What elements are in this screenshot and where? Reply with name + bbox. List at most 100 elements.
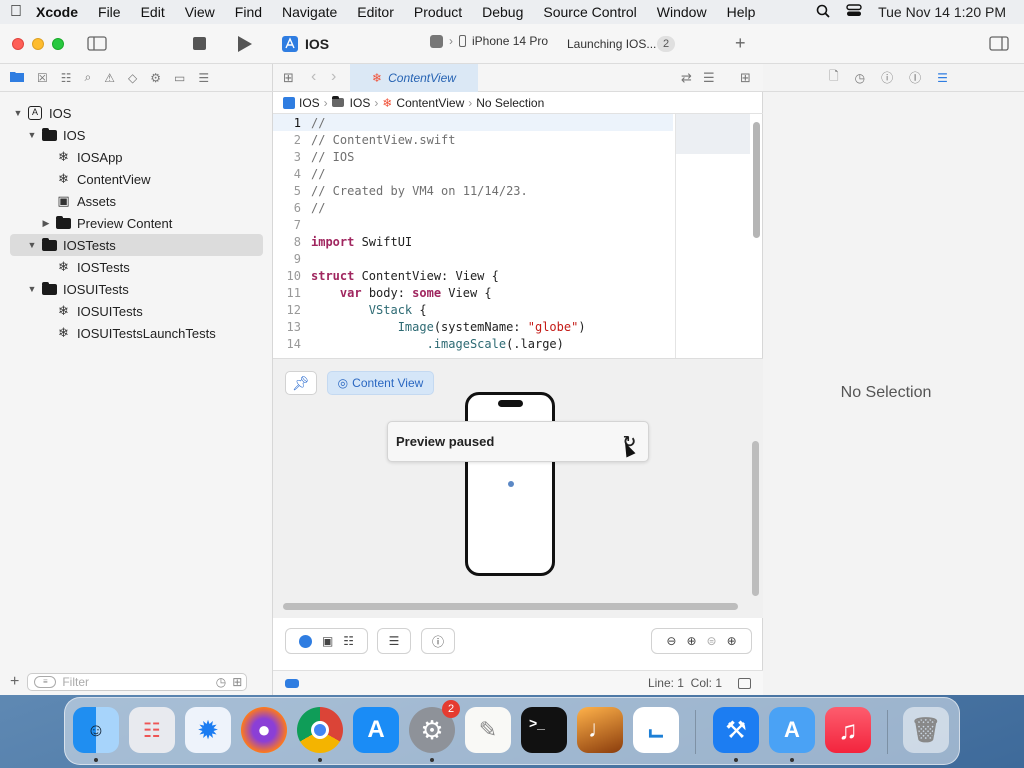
disclosure-closed-icon[interactable]: ▶ (40, 218, 52, 229)
menu-source-control[interactable]: Source Control (543, 4, 636, 20)
sidebar-toggle-icon[interactable] (87, 36, 107, 55)
device-settings-button[interactable]: ☰ (377, 628, 411, 654)
menu-help[interactable]: Help (727, 4, 756, 20)
tree-item-project[interactable]: ▼ A IOS (0, 102, 273, 124)
jumpbar-file[interactable]: ContentView (396, 96, 464, 110)
recent-files-icon[interactable]: ◷ (216, 675, 226, 689)
filter-options-icon[interactable]: ≡ (34, 676, 57, 688)
swap-icon[interactable]: ⇄ (681, 70, 692, 86)
canvas-vertical-scrollbar[interactable] (752, 441, 759, 596)
disclosure-open-icon[interactable]: ▼ (26, 240, 38, 250)
finder-icon[interactable]: ☺ (73, 707, 119, 753)
jumpbar-symbol[interactable]: No Selection (476, 96, 544, 110)
tree-item-iosuitests[interactable]: ❄ IOSUITests (0, 300, 273, 322)
issue-warning-icon[interactable]: ⚠ (104, 71, 115, 85)
disclosure-open-icon[interactable]: ▼ (26, 284, 38, 294)
tree-item-iostests[interactable]: ❄ IOSTests (0, 256, 273, 278)
related-items-icon[interactable]: ⊞ (283, 70, 294, 86)
stop-icon[interactable] (193, 37, 206, 54)
content-view-preview-chip[interactable]: ◎ Content View (327, 371, 434, 395)
zoom-fit-icon[interactable]: ⊜ (707, 634, 717, 648)
textedit-icon[interactable]: ✎ (465, 707, 511, 753)
canvas-horizontal-scrollbar[interactable] (283, 603, 738, 610)
menu-window[interactable]: Window (657, 4, 707, 20)
zoom-out-icon[interactable]: ⊖ (666, 634, 676, 648)
minimap[interactable] (675, 114, 750, 358)
launchpad-icon[interactable]: ☷ (129, 707, 175, 753)
control-center-icon[interactable] (846, 4, 862, 20)
menu-clock[interactable]: Tue Nov 14 1:20 PM (878, 4, 1006, 20)
quick-help-icon[interactable]: ⓘ (881, 69, 893, 86)
debug-area-toggle-icon[interactable] (285, 678, 299, 688)
add-file-icon[interactable]: + (10, 673, 19, 691)
attributes-inspector-icon[interactable]: ☰ (937, 71, 948, 85)
zoom-window-button[interactable] (52, 38, 64, 50)
editor-options-icon[interactable]: ☰ (703, 70, 715, 86)
tree-item-group-iostests[interactable]: ▼ IOSTests (10, 234, 263, 256)
source-control-icon[interactable]: ☒ (37, 71, 48, 85)
add-icon[interactable]: + (735, 33, 746, 54)
menu-navigate[interactable]: Navigate (282, 4, 337, 20)
terminal-icon[interactable]: >_ (521, 707, 567, 753)
app-store-icon[interactable]: A (353, 707, 399, 753)
tree-item-group-iosuitests[interactable]: ▼ IOSUITests (0, 278, 273, 300)
disclosure-open-icon[interactable]: ▼ (12, 108, 24, 118)
menu-editor[interactable]: Editor (357, 4, 394, 20)
folder-icon[interactable] (10, 70, 24, 85)
debug-icon[interactable]: ⚙ (150, 71, 161, 85)
menu-product[interactable]: Product (414, 4, 462, 20)
filter-source-icon[interactable]: ⊞ (232, 675, 242, 689)
music-icon[interactable]: ♫ (825, 707, 871, 753)
history-inspector-icon[interactable]: ◷ (855, 71, 865, 85)
navigator-filter-field[interactable]: ≡ Filter ◷ ⊞ (27, 673, 248, 691)
menu-edit[interactable]: Edit (141, 4, 165, 20)
activity-count-badge[interactable]: 2 (657, 36, 675, 52)
menu-view[interactable]: View (185, 4, 215, 20)
test-diamond-icon[interactable]: ◇ (128, 71, 137, 85)
spotlight-search-icon[interactable] (816, 4, 830, 21)
zoom-actual-icon[interactable]: ⊕ (686, 634, 696, 648)
jumpbar-group[interactable]: IOS (350, 96, 371, 110)
menu-xcode[interactable]: Xcode (36, 4, 78, 20)
live-preview-icon[interactable] (298, 634, 312, 648)
tree-item-contentview[interactable]: ❄ ContentView (0, 168, 273, 190)
chrome-icon[interactable] (297, 707, 343, 753)
pin-preview-button[interactable]: 📌︎ (285, 371, 317, 395)
menu-debug[interactable]: Debug (482, 4, 523, 20)
tab-contentview[interactable]: ❄ ContentView (350, 64, 478, 92)
tree-item-iosapp[interactable]: ❄ IOSApp (0, 146, 273, 168)
run-icon[interactable] (238, 36, 252, 56)
trash-icon[interactable]: 🗑︎ (903, 707, 949, 753)
menu-find[interactable]: Find (235, 4, 262, 20)
report-icon[interactable]: ☰ (198, 71, 209, 85)
close-window-button[interactable] (12, 38, 24, 50)
find-navigator-icon[interactable]: ⌕ (85, 70, 92, 85)
back-icon[interactable]: ‹ (311, 68, 316, 86)
zoom-in-icon[interactable]: ⊕ (727, 634, 737, 648)
tree-item-iosuitestslaunchtests[interactable]: ❄ IOSUITestsLaunchTests (0, 322, 273, 344)
xcode-icon[interactable]: ⚒ (713, 707, 759, 753)
forward-icon[interactable]: › (331, 68, 336, 86)
disclosure-open-icon[interactable]: ▼ (26, 130, 38, 140)
file-inspector-icon[interactable]: 🗋︎ (829, 67, 839, 88)
preview-on-device-button[interactable]: ⓘ (421, 628, 455, 654)
scheme-selector[interactable]: › iPhone 14 Pro (430, 34, 548, 48)
variants-grid-icon[interactable]: ☷ (343, 634, 354, 648)
firefox-icon[interactable]: ● (241, 707, 287, 753)
jumpbar-project[interactable]: IOS (299, 96, 320, 110)
vscode-icon[interactable]: ⨽ (633, 707, 679, 753)
symbol-icon[interactable]: ☷ (61, 71, 72, 85)
garageband-icon[interactable]: ♩ (577, 707, 623, 753)
menu-file[interactable]: File (98, 4, 121, 20)
breakpoint-icon[interactable]: ▭ (174, 71, 185, 85)
safari-icon[interactable]: ✹ (185, 707, 231, 753)
minimap-viewport[interactable] (676, 114, 750, 154)
tree-item-preview-content[interactable]: ▶ Preview Content (0, 212, 273, 234)
apple-icon[interactable]:  (10, 3, 22, 21)
minimize-window-button[interactable] (32, 38, 44, 50)
tree-item-assets[interactable]: ▣ Assets (0, 190, 273, 212)
simulator-icon[interactable]: A (769, 707, 815, 753)
accessibility-icon[interactable]: Ⓘ (909, 69, 921, 86)
tree-item-group-ios[interactable]: ▼ IOS (0, 124, 273, 146)
split-editor-icon[interactable]: ⊞ (740, 70, 751, 86)
